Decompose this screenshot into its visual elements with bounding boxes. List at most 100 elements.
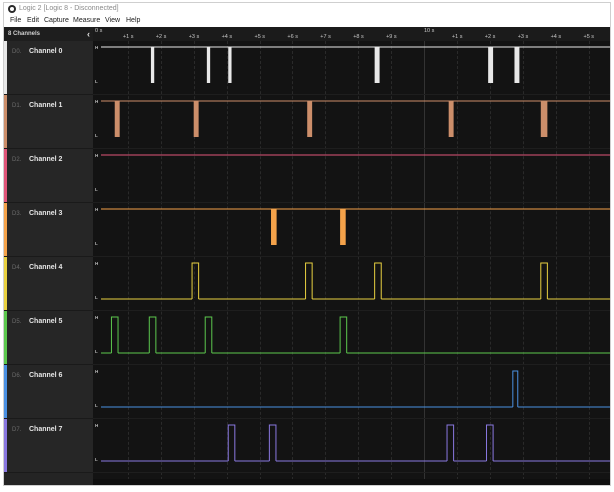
time-label: +3 s (188, 34, 200, 40)
channel-name[interactable]: Channel 4 (29, 264, 62, 271)
signal-pulse[interactable] (148, 316, 157, 353)
signal-pulse[interactable] (540, 262, 548, 299)
channel-lane[interactable]: HL (93, 257, 610, 311)
channel-name[interactable]: Channel 3 (29, 210, 62, 217)
channel-index: D4. (12, 265, 22, 271)
channel-row[interactable]: D6. Channel 6 (4, 365, 93, 419)
channel-lane[interactable]: HL (93, 311, 610, 365)
time-label: +1 s (122, 34, 134, 40)
horizontal-scrollbar[interactable] (93, 479, 610, 485)
time-label: +5 s (254, 34, 266, 40)
signal-pulse[interactable] (268, 424, 277, 461)
channel-name[interactable]: Channel 1 (29, 102, 62, 109)
signal-pulse[interactable] (488, 47, 494, 83)
channel-row[interactable]: D3. Channel 3 (4, 203, 93, 257)
channel-color-bar (4, 257, 7, 310)
signal-pulse[interactable] (227, 424, 236, 461)
signal-pulse[interactable] (339, 316, 348, 353)
channel-index: D5. (12, 319, 22, 325)
menu-file[interactable]: File (10, 15, 21, 27)
channel-lane[interactable]: HL (93, 149, 610, 203)
time-label: +2 s (484, 34, 496, 40)
signal-trace (101, 316, 610, 354)
channel-row[interactable]: D2. Channel 2 (4, 149, 93, 203)
signal-pulse[interactable] (374, 262, 382, 299)
time-ruler[interactable]: 0 s +1 s +2 s +3 s +4 s +5 s +6 s +7 s +8 s +9 s 1… (93, 27, 610, 41)
signal-trace (101, 46, 610, 83)
channel-row[interactable]: D7. Channel 7 (4, 419, 93, 473)
menu-view[interactable]: View (105, 15, 120, 27)
signal-trace (101, 154, 610, 156)
channel-index: D2. (12, 157, 22, 163)
signal-pulse[interactable] (446, 424, 455, 461)
time-label: 10 s (424, 28, 435, 34)
signal-pulse[interactable] (305, 262, 313, 299)
sidebar-header: 8 Channels ‹ (4, 27, 93, 41)
channel-color-bar (4, 95, 7, 148)
menu-measure[interactable]: Measure (73, 15, 100, 27)
channel-lane[interactable]: HL (93, 95, 610, 149)
channel-name[interactable]: Channel 6 (29, 372, 62, 379)
signal-trace (101, 100, 610, 137)
time-label: +6 s (287, 34, 298, 40)
channel-index: D1. (12, 103, 22, 109)
signal-pulse[interactable] (448, 101, 454, 137)
signal-pulse[interactable] (374, 47, 380, 83)
signal-trace (101, 424, 610, 462)
channel-lane[interactable]: HL (93, 41, 610, 95)
signal-pulse[interactable] (206, 47, 211, 83)
channel-lane[interactable]: HL (93, 419, 610, 473)
time-label: +2 s (155, 34, 167, 40)
signal-pulse[interactable] (114, 101, 120, 137)
channel-row[interactable]: D1. Channel 1 (4, 95, 93, 149)
channel-lane[interactable]: HL (93, 365, 610, 419)
menu-help[interactable]: Help (126, 15, 140, 27)
time-label: +9 s (386, 34, 397, 40)
channel-color-bar (4, 41, 7, 94)
signal-pulse[interactable] (340, 209, 346, 245)
time-label: +1 s (451, 34, 463, 40)
chevron-left-icon[interactable]: ‹ (87, 27, 90, 41)
channel-index: D3. (12, 211, 22, 217)
time-label: +4 s (550, 34, 562, 40)
signal-pulse[interactable] (193, 101, 199, 137)
signal-pulse[interactable] (204, 316, 213, 353)
channel-color-bar (4, 311, 7, 364)
menu-bar: File Edit Capture Measure View Help (4, 15, 610, 27)
signal-pulse[interactable] (307, 101, 313, 137)
channel-index: D7. (12, 427, 22, 433)
channel-row[interactable]: D5. Channel 5 (4, 311, 93, 365)
channel-color-bar (4, 149, 7, 202)
channel-name[interactable]: Channel 5 (29, 318, 62, 325)
channel-count-label: 8 Channels (8, 31, 41, 37)
signal-pulse[interactable] (540, 101, 548, 137)
time-label: +8 s (353, 34, 364, 40)
channel-name[interactable]: Channel 0 (29, 48, 62, 55)
time-label: +7 s (320, 34, 331, 40)
channel-name[interactable]: Channel 2 (29, 156, 62, 163)
signal-pulse[interactable] (228, 47, 232, 83)
signal-pulse[interactable] (110, 316, 119, 353)
signal-pulse[interactable] (150, 47, 155, 83)
signal-pulse[interactable] (486, 424, 494, 461)
channel-sidebar: 8 Channels ‹ D0. Channel 0 D1. Channel 1 D2.… (4, 27, 93, 485)
signal-pulse[interactable] (514, 47, 520, 83)
channel-index: D0. (12, 49, 22, 55)
window-title: Logic 2 [Logic 8 - Disconnected] (19, 5, 119, 12)
time-label: +5 s (583, 34, 595, 40)
signal-pulse[interactable] (512, 370, 519, 407)
channel-color-bar (4, 203, 7, 256)
signal-pulse[interactable] (191, 262, 200, 299)
channel-row[interactable]: D4. Channel 4 (4, 257, 93, 311)
time-label: +3 s (517, 34, 529, 40)
channel-index: D6. (12, 373, 22, 379)
channel-lane[interactable]: HL (93, 203, 610, 257)
waveform-area[interactable]: 0 s +1 s +2 s +3 s +4 s +5 s +6 s +7 s +8 s +9 s 1… (93, 27, 610, 485)
signal-pulse[interactable] (271, 209, 277, 245)
app-window: Logic 2 [Logic 8 - Disconnected] File Ed… (3, 2, 611, 486)
menu-capture[interactable]: Capture (44, 15, 69, 27)
channel-row[interactable]: D0. Channel 0 (4, 41, 93, 95)
channel-name[interactable]: Channel 7 (29, 426, 62, 433)
menu-edit[interactable]: Edit (27, 15, 39, 27)
title-bar: Logic 2 [Logic 8 - Disconnected] (4, 3, 610, 15)
